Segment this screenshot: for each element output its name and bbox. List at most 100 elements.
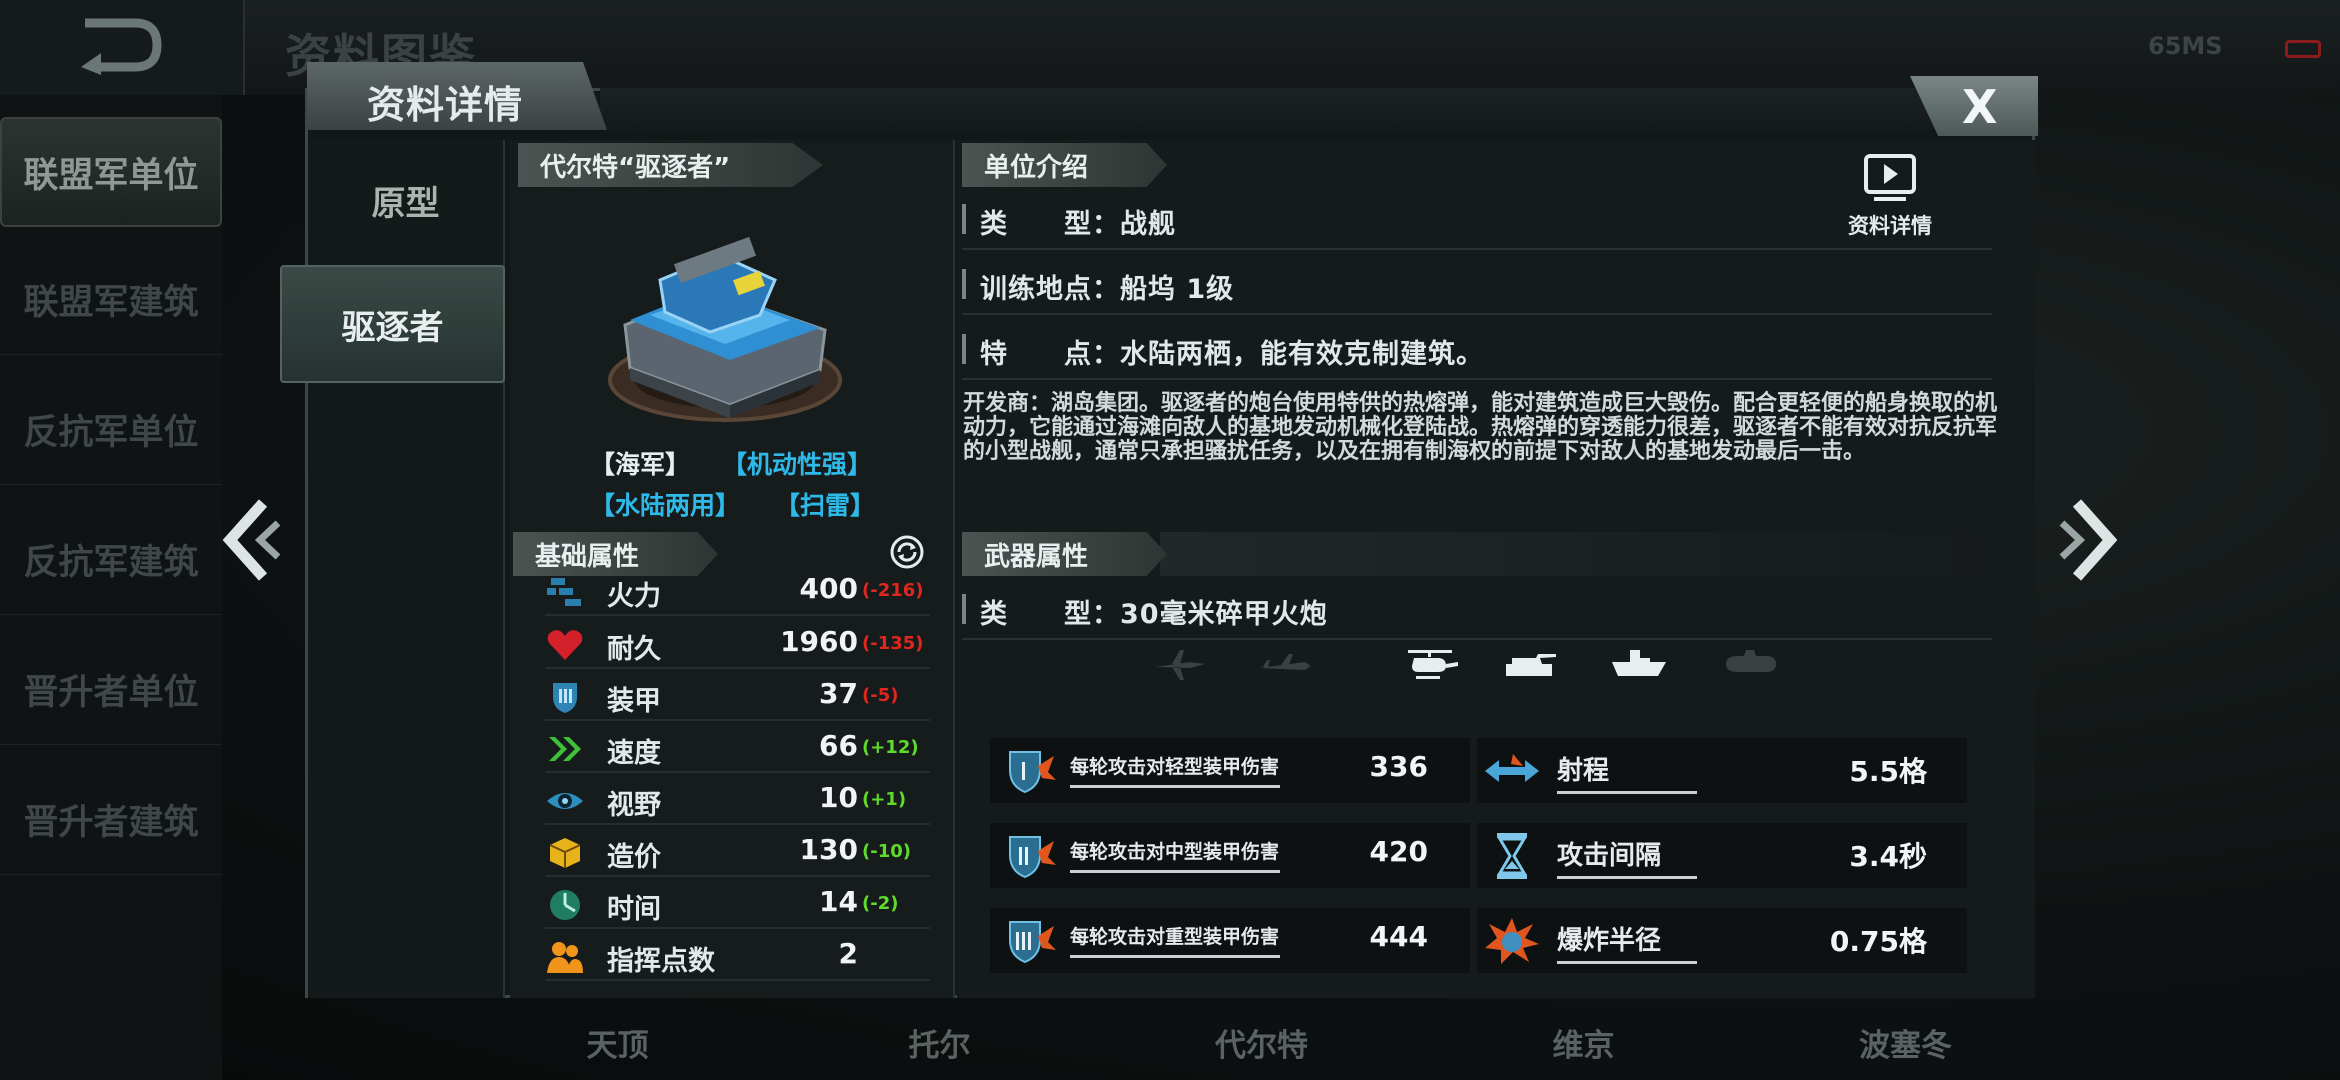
stat-modifier: (-135) (862, 633, 924, 654)
stat-value: 66 (819, 729, 858, 762)
weapon-attributes-header: 武器属性 (962, 532, 1167, 576)
submarine-icon (1726, 650, 1776, 672)
sidebar-item-alliance-buildings[interactable]: 联盟军建筑 (0, 245, 222, 355)
info-row-type: 类 型：战舰 (962, 190, 1992, 250)
weapon-prop-value: 0.75格 (1829, 925, 1927, 958)
tab-poseidon[interactable]: 波塞冬 (1798, 1005, 2013, 1080)
helicopter-icon (1408, 650, 1458, 679)
training-location: 训练地点：船坞 1级 (980, 274, 1235, 305)
damage-row: 每轮攻击对中型装甲伤害 420 (990, 823, 1470, 888)
variant-prototype[interactable]: 原型 (308, 140, 503, 260)
speed-icon (545, 731, 585, 767)
dialog-title-tab: 资料详情 (307, 62, 607, 130)
weapon-prop-value: 5.5格 (1849, 755, 1927, 788)
sidebar-item-rebel-units[interactable]: 反抗军单位 (0, 375, 222, 485)
refresh-icon[interactable] (890, 535, 924, 569)
bomber-icon (1259, 654, 1311, 670)
stat-modifier: (+12) (862, 737, 919, 758)
row-marker (962, 269, 966, 299)
stat-label: 造价 (607, 842, 661, 873)
detail-button-label: 资料详情 (1848, 214, 1932, 238)
unit-name: 代尔特“驱逐者” (518, 143, 823, 187)
armor-icon (545, 679, 585, 715)
weapon-prop-label: 攻击间隔 (1557, 835, 1697, 879)
previous-arrow-icon[interactable] (218, 495, 288, 585)
variant-list: 原型 驱逐者 (280, 140, 505, 998)
sidebar-item-ascended-buildings[interactable]: 晋升者建筑 (0, 765, 222, 875)
stat-label: 装甲 (607, 686, 661, 717)
tank-icon (1506, 654, 1556, 676)
stat-row-2: 装甲 37 (-5) (545, 671, 930, 721)
stat-modifier: (-216) (862, 580, 924, 601)
stat-modifier: (-2) (862, 893, 899, 914)
unit-intro-header: 单位介绍 (962, 143, 1167, 187)
damage-label: 每轮攻击对中型装甲伤害 (1070, 837, 1280, 873)
hourglass-icon (1483, 831, 1541, 881)
weapon-prop-row: 爆炸半径 0.75格 (1477, 908, 1967, 973)
stat-modifier: (-10) (862, 841, 911, 862)
stat-row-7: 指挥点数 2 (545, 931, 930, 981)
heart-icon (545, 627, 585, 663)
stat-label: 速度 (607, 738, 661, 769)
weapon-prop-row: 射程 5.5格 (1477, 738, 1967, 803)
sidebar-item-ascended-units[interactable]: 晋升者单位 (0, 635, 222, 745)
medium-armor-icon (1000, 831, 1058, 881)
stat-label: 时间 (607, 894, 661, 925)
variant-expeller[interactable]: 驱逐者 (280, 265, 505, 383)
tab-viking[interactable]: 维京 (1476, 1005, 1691, 1080)
damage-row: 每轮攻击对轻型装甲伤害 336 (990, 738, 1470, 803)
stat-value: 400 (799, 572, 858, 605)
cost-icon (545, 835, 585, 871)
detail-video-button[interactable]: 资料详情 (1840, 152, 1940, 242)
row-marker (962, 594, 966, 624)
explosion-icon (1483, 916, 1541, 966)
row-marker (962, 204, 966, 234)
target-types (1150, 640, 1776, 695)
stat-row-3: 速度 66 (+12) (545, 723, 930, 773)
unit-type: 类 型：战舰 (980, 209, 1176, 240)
stat-label: 指挥点数 (607, 946, 715, 977)
network-latency: 65MS (2148, 32, 2223, 60)
unit-tag-navy: 【海军】 (590, 450, 691, 479)
next-arrow-icon[interactable] (2052, 495, 2122, 585)
dialog-header-strip (600, 88, 2030, 130)
unit-tag-mobility: 【机动性强】 (722, 450, 873, 479)
tab-delta[interactable]: 代尔特 (1154, 1005, 1369, 1080)
eye-icon (545, 783, 585, 819)
stat-label: 火力 (607, 581, 661, 612)
weapon-prop-row: 攻击间隔 3.4秒 (1477, 823, 1967, 888)
fighter-jet-icon (1155, 650, 1205, 680)
battery-icon (2285, 40, 2321, 58)
range-icon (1483, 746, 1541, 796)
weapon-header-strip (1160, 532, 1995, 576)
info-row-feature: 特 点：水陆两栖，能有效克制建筑。 (962, 320, 1992, 380)
heavy-armor-icon (1000, 916, 1058, 966)
time-icon (545, 887, 585, 923)
stat-value: 10 (819, 781, 858, 814)
damage-row: 每轮攻击对重型装甲伤害 444 (990, 908, 1470, 973)
stat-row-0: 火力 400 (-216) (545, 566, 930, 616)
firepower-icon (545, 574, 585, 610)
tab-thor[interactable]: 托尔 (832, 1005, 1047, 1080)
back-icon (81, 18, 162, 75)
tab-zenith[interactable]: 天顶 (510, 1005, 725, 1080)
weapon-type: 类 型：30毫米碎甲火炮 (980, 599, 1328, 630)
close-icon: X (1962, 80, 1998, 134)
stat-label: 视野 (607, 790, 661, 821)
category-sidebar: 联盟军单位 联盟军建筑 反抗军单位 反抗军建筑 晋升者单位 晋升者建筑 (0, 95, 222, 1080)
back-button[interactable] (0, 0, 245, 95)
stat-row-5: 造价 130 (-10) (545, 827, 930, 877)
stat-row-6: 时间 14 (-2) (545, 879, 930, 929)
unit-hovertank-image (608, 236, 842, 422)
weapon-prop-label: 爆炸半径 (1557, 920, 1697, 964)
unit-description: 开发商：湖岛集团。驱逐者的炮台使用特供的热熔弹，能对建筑造成巨大毁伤。配合更轻便… (963, 391, 1998, 464)
unit-tag-amphibious: 【水陆两用】 (590, 491, 741, 520)
weapon-prop-value: 3.4秒 (1849, 840, 1927, 873)
stat-value: 1960 (780, 625, 858, 658)
damage-value: 336 (1369, 750, 1428, 783)
sidebar-item-alliance-units[interactable]: 联盟军单位 (0, 117, 222, 227)
stat-row-4: 视野 10 (+1) (545, 775, 930, 825)
dialog-title: 资料详情 (367, 83, 524, 127)
sidebar-item-rebel-buildings[interactable]: 反抗军建筑 (0, 505, 222, 615)
ship-icon (1612, 650, 1666, 676)
